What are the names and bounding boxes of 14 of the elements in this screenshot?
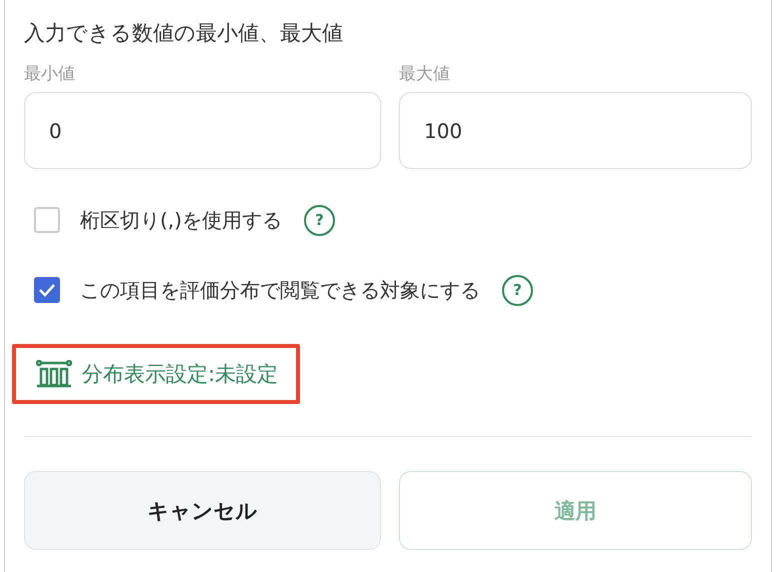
bar-chart-icon [36, 360, 72, 388]
max-value-field[interactable]: 100 [399, 92, 752, 169]
field-label: 最大値 [399, 63, 450, 86]
checkbox[interactable] [34, 277, 60, 303]
checkbox-label: この項目を評価分布で閲覧できる対象にする [80, 276, 480, 304]
distribution-settings-link[interactable]: 分布表示設定:未設定 [12, 344, 300, 404]
check-icon [38, 283, 56, 297]
min-value-field[interactable]: 0 [24, 92, 381, 169]
field-label: 最小値 [24, 63, 75, 86]
section-title: 入力できる数値の最小値、最大値 [24, 20, 343, 47]
cancel-button[interactable]: キャンセル [24, 471, 381, 550]
help-icon[interactable]: ? [502, 274, 533, 306]
checkbox-label: 桁区切り(,)を使用する [80, 206, 282, 234]
help-icon[interactable]: ? [304, 204, 335, 236]
